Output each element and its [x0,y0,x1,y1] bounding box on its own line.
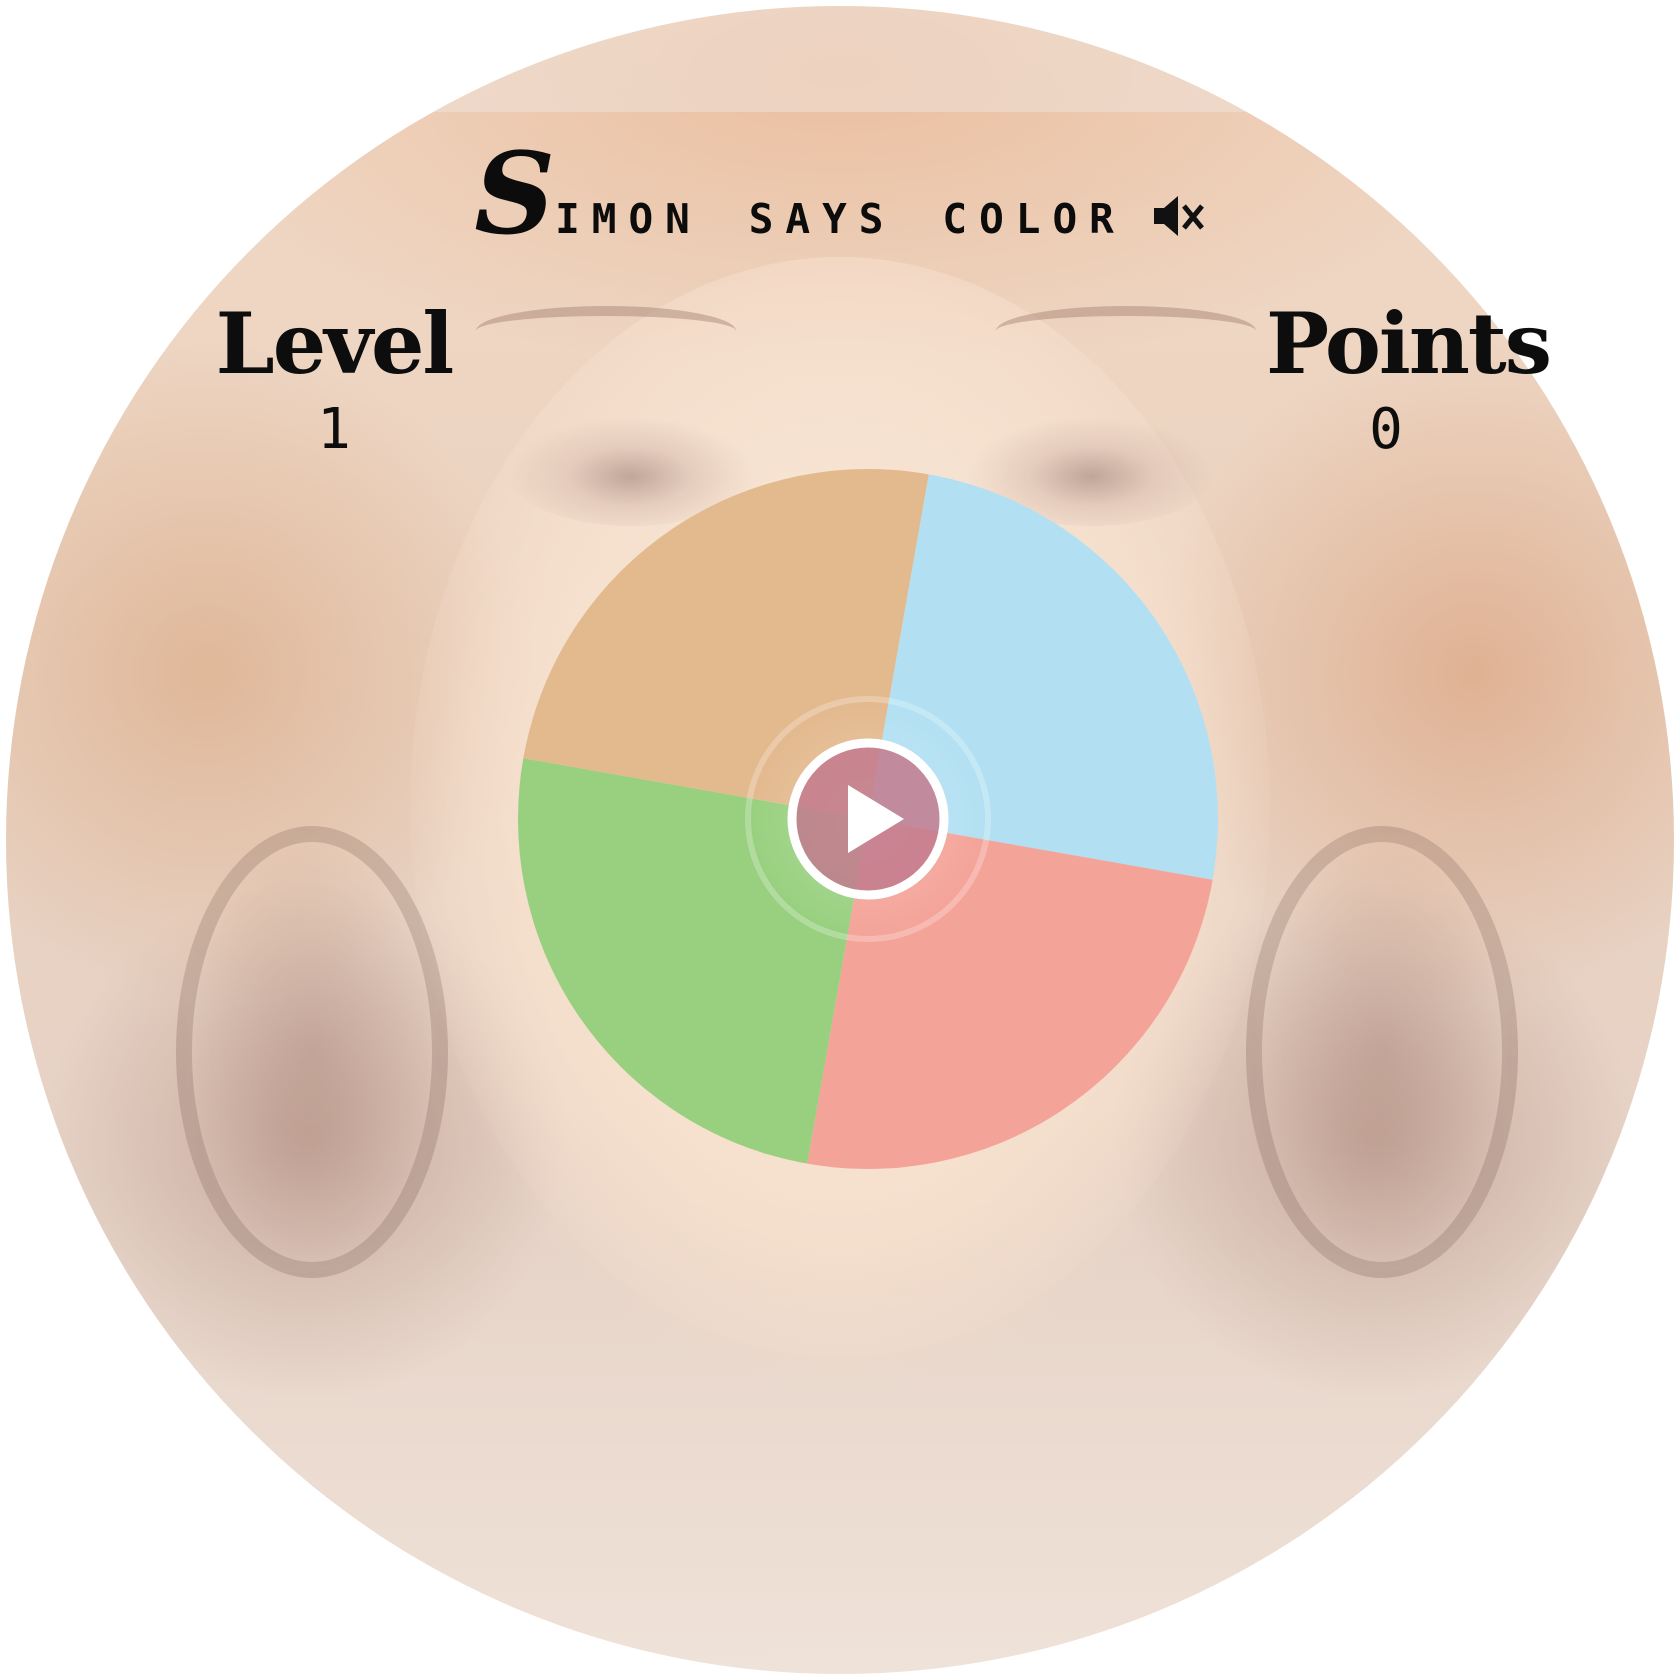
simon-board [518,469,1218,1169]
game-screen: Simon says color Level 1 Points 0 [0,0,1680,1680]
points-value: 0 [1369,397,1403,462]
level-label: Level [215,294,455,393]
speaker-muted-icon[interactable] [1150,188,1206,244]
game-title-bar: Simon says color [0,139,1680,251]
points-label: Points [1266,294,1552,393]
header-band [6,6,1674,112]
level-panel: Level 1 [214,294,455,462]
game-title: Simon says color [474,129,1126,260]
level-value: 1 [317,397,351,462]
play-button[interactable] [787,738,949,900]
points-panel: Points 0 [1266,294,1552,462]
